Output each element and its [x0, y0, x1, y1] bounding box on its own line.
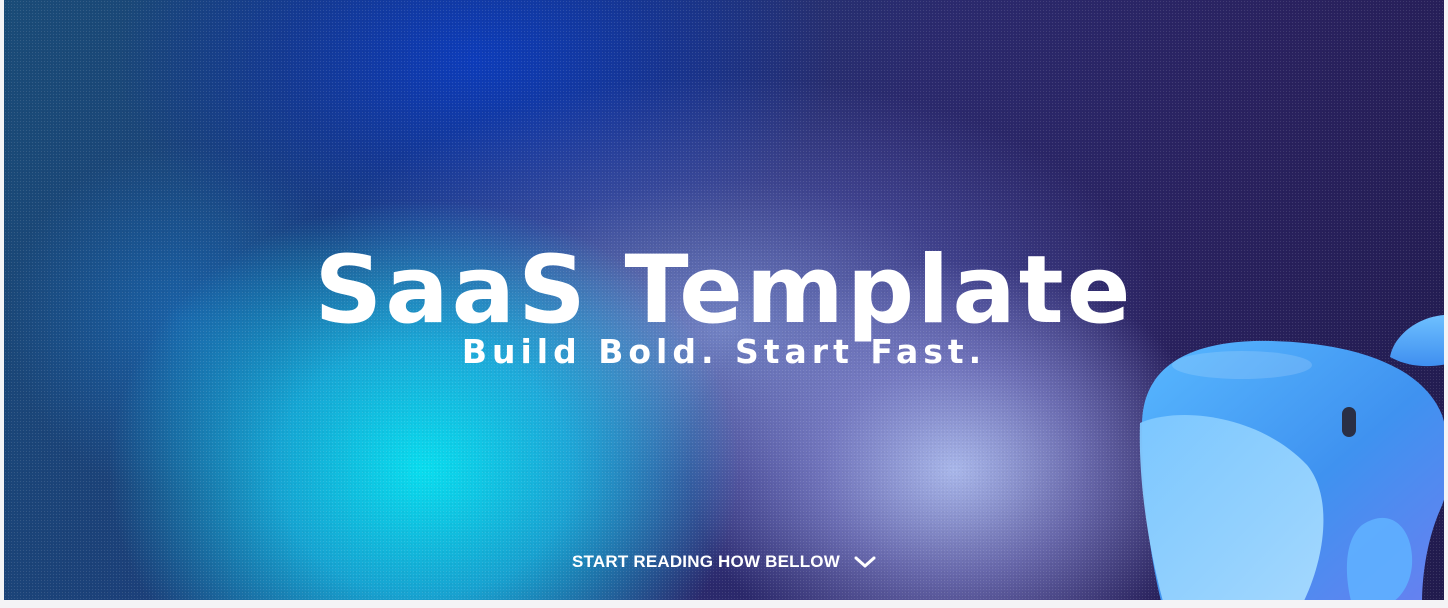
hero-section: SaaS Template Build Bold. Start Fast. ST… — [4, 0, 1444, 600]
chevron-down-icon — [854, 556, 876, 568]
scroll-down-label: START READING HOW BELLOW — [572, 552, 840, 571]
whale-mascot-icon — [1139, 315, 1444, 600]
